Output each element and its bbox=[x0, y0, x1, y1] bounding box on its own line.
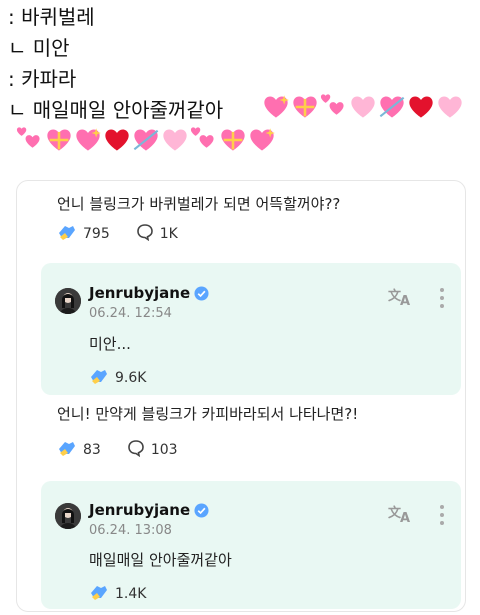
comment-bubble-icon[interactable] bbox=[127, 439, 145, 461]
comment-count: 103 bbox=[150, 442, 178, 458]
reply-message: 미안... bbox=[89, 335, 131, 353]
cheer-hand-icon[interactable] bbox=[57, 439, 77, 461]
author-name: Jenrubyjane bbox=[89, 501, 191, 519]
more-vertical-icon[interactable] bbox=[439, 505, 445, 525]
reply-date: 06.24. 12:54 bbox=[89, 306, 172, 321]
reply-date: 06.24. 13:08 bbox=[89, 523, 172, 538]
question-2-stats: 83 103 bbox=[57, 439, 178, 461]
caption-line-2: ㄴ 미안 bbox=[8, 36, 70, 60]
red-heart-icon bbox=[105, 129, 129, 151]
reply-author[interactable]: Jenrubyjane bbox=[89, 501, 209, 519]
heart-with-ribbon-icon bbox=[293, 96, 317, 118]
pink-heart-icon bbox=[438, 96, 462, 118]
verified-badge-icon bbox=[194, 502, 209, 518]
cheer-hand-icon[interactable] bbox=[89, 367, 109, 389]
pink-heart-icon bbox=[163, 129, 187, 151]
translate-icon[interactable]: 文A bbox=[387, 285, 413, 309]
red-heart-icon bbox=[409, 96, 433, 118]
cheer-count: 9.6K bbox=[115, 370, 147, 386]
reply-1-stats: 9.6K bbox=[89, 367, 146, 389]
translate-icon[interactable]: 文A bbox=[387, 502, 413, 526]
caption-line-1: : 바퀴벌레 bbox=[8, 5, 95, 29]
two-hearts-icon bbox=[190, 127, 214, 148]
cheer-hand-icon[interactable] bbox=[57, 223, 77, 245]
fan-question-2: 언니! 만약게 블링크가 카피바라되서 나타나면?! bbox=[57, 405, 359, 423]
avatar[interactable] bbox=[55, 503, 81, 529]
reply-2-stats: 1.4K bbox=[89, 583, 146, 605]
comment-bubble-icon[interactable] bbox=[136, 223, 154, 245]
verified-badge-icon bbox=[194, 285, 209, 301]
svg-text:A: A bbox=[400, 294, 410, 307]
cheer-hand-icon[interactable] bbox=[89, 583, 109, 605]
pink-heart-icon bbox=[351, 96, 375, 118]
question-1-stats: 795 1K bbox=[57, 223, 178, 245]
emoji-row-2 bbox=[16, 126, 276, 154]
reply-author[interactable]: Jenrubyjane bbox=[89, 284, 209, 302]
cheer-count: 795 bbox=[83, 226, 110, 242]
two-hearts-icon bbox=[16, 127, 40, 148]
author-name: Jenrubyjane bbox=[89, 284, 191, 302]
reply-message: 매일매일 안아줄꺼같아 bbox=[89, 551, 232, 569]
heart-with-arrow-icon bbox=[379, 96, 405, 118]
sparkling-heart-icon bbox=[264, 95, 289, 118]
heart-with-ribbon-icon bbox=[47, 129, 71, 151]
sparkling-heart-icon bbox=[76, 128, 101, 151]
qa-card: 언니 블링크가 바퀴벌레가 되면 어뜩할꺼야?? 795 1K Jenrubyj… bbox=[16, 180, 466, 612]
comment-count: 1K bbox=[159, 226, 178, 242]
artist-reply-1: Jenrubyjane 06.24. 12:54 미안... 文A 9.6K bbox=[41, 263, 461, 395]
cheer-count: 1.4K bbox=[115, 586, 147, 602]
fan-question-1: 언니 블링크가 바퀴벌레가 되면 어뜩할꺼야?? bbox=[57, 195, 341, 213]
more-vertical-icon[interactable] bbox=[439, 288, 445, 308]
cheer-count: 83 bbox=[83, 442, 101, 458]
artist-reply-2: Jenrubyjane 06.24. 13:08 매일매일 안아줄꺼같아 文A … bbox=[41, 481, 461, 609]
caption-line-3: : 카파라 bbox=[8, 67, 77, 91]
heart-with-arrow-icon bbox=[133, 129, 159, 151]
svg-text:A: A bbox=[400, 511, 410, 524]
sparkling-heart-icon bbox=[250, 128, 275, 151]
two-hearts-icon bbox=[320, 94, 344, 115]
avatar[interactable] bbox=[55, 288, 81, 314]
heart-with-ribbon-icon bbox=[221, 129, 245, 151]
emoji-row-1 bbox=[262, 93, 464, 121]
